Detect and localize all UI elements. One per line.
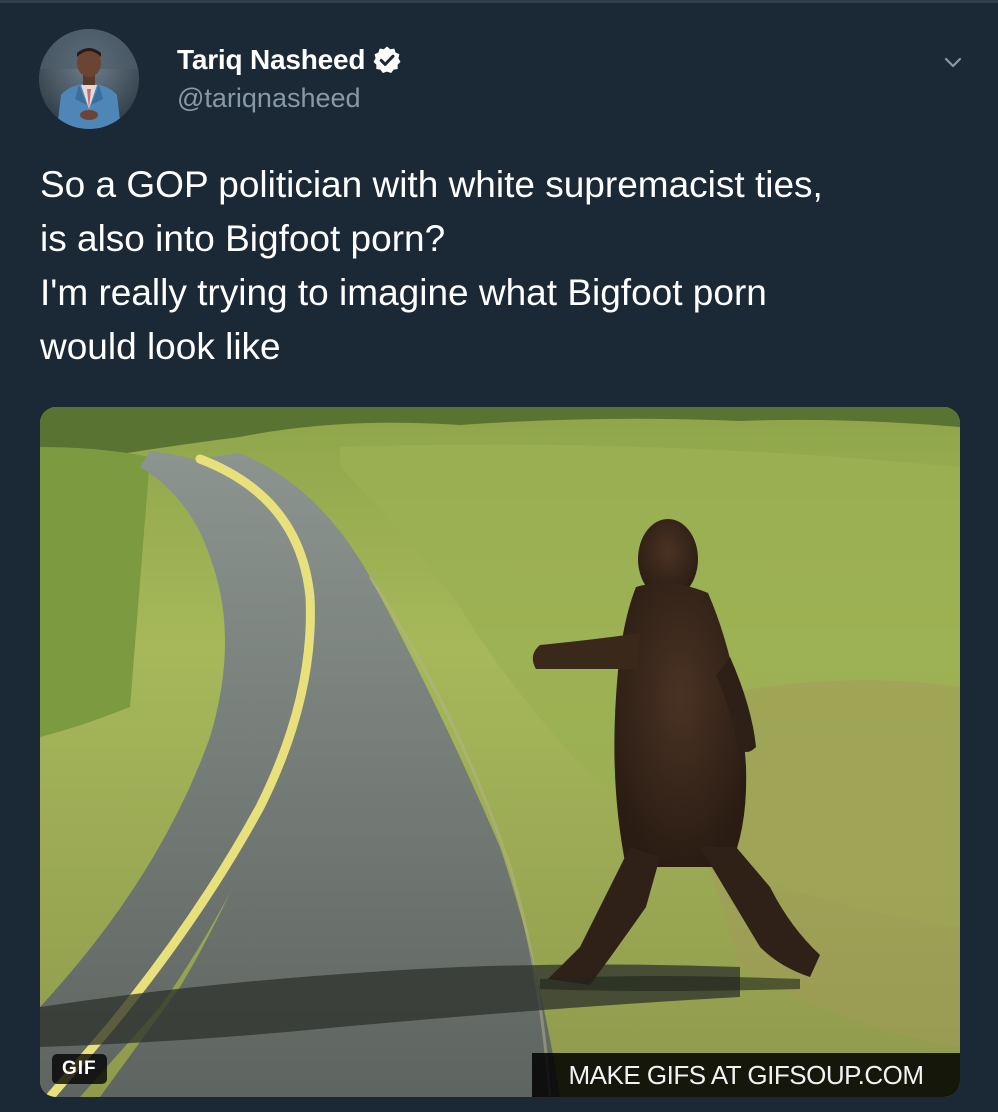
verified-badge-icon <box>372 45 402 75</box>
chevron-down-icon[interactable] <box>938 52 968 74</box>
gifsoup-watermark: MAKE GIFS AT GIFSOUP.COM <box>532 1053 960 1097</box>
avatar-image <box>39 29 139 129</box>
tweet-media-gif[interactable]: GIF MAKE GIFS AT GIFSOUP.COM <box>40 407 960 1097</box>
author-handle[interactable]: @tariqnasheed <box>177 80 402 116</box>
tweet-text: So a GOP politician with white supremaci… <box>40 164 823 367</box>
top-divider <box>0 0 998 3</box>
gif-frame-image <box>40 407 960 1097</box>
avatar[interactable] <box>39 29 139 129</box>
gif-badge: GIF <box>52 1054 107 1084</box>
author-name: Tariq Nasheed <box>177 44 366 75</box>
tweet-page: Tariq Nasheed @tariqnasheed So a GOP pol… <box>0 0 998 1112</box>
tweet-author: Tariq Nasheed @tariqnasheed <box>177 40 402 116</box>
author-name-row[interactable]: Tariq Nasheed <box>177 40 402 80</box>
